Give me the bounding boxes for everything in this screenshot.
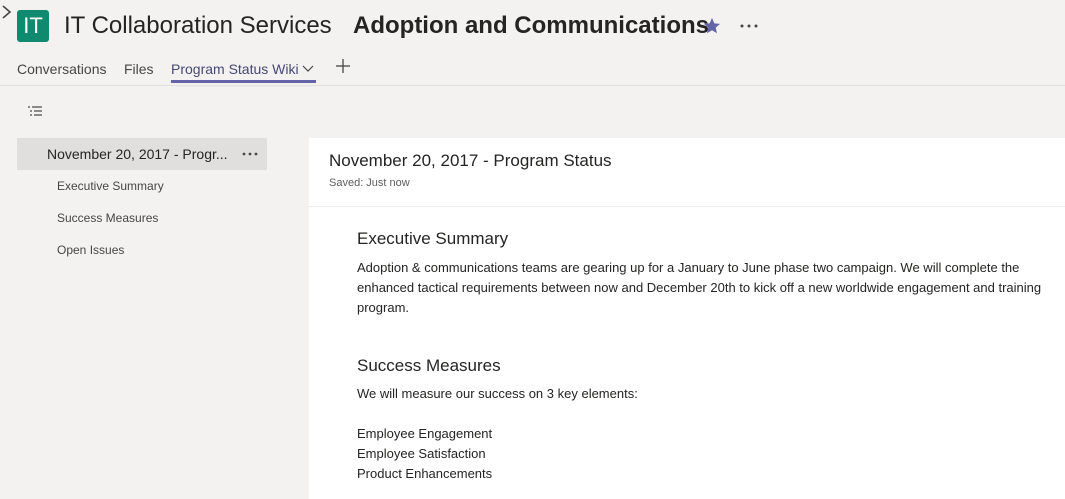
sidebar-item-success-measures[interactable]: Success Measures — [17, 202, 267, 234]
tab-files[interactable]: Files — [124, 60, 154, 78]
team-avatar[interactable]: IT — [17, 10, 49, 42]
more-options-icon[interactable] — [241, 148, 259, 160]
wiki-page-label: November 20, 2017 - Progr... — [47, 146, 228, 162]
section-heading[interactable]: Success Measures — [357, 356, 1055, 376]
table-of-contents-icon[interactable] — [26, 104, 44, 120]
page-title[interactable]: November 20, 2017 - Program Status — [329, 151, 1065, 171]
wiki-page-content: November 20, 2017 - Program Status Saved… — [309, 138, 1065, 499]
save-status: Saved: Just now — [329, 177, 410, 189]
section-body[interactable]: Adoption & communications teams are gear… — [357, 258, 1055, 318]
channel-header: IT IT Collaboration Services Adoption an… — [0, 0, 1065, 86]
add-tab-icon[interactable] — [335, 58, 351, 74]
sidebar-item-executive-summary[interactable]: Executive Summary — [17, 170, 267, 202]
chevron-down-icon[interactable] — [302, 64, 314, 74]
list-item[interactable]: Product Enhancements — [357, 464, 1055, 484]
tab-conversations[interactable]: Conversations — [17, 60, 107, 78]
success-measures-section: Success Measures We will measure our suc… — [309, 318, 1065, 484]
star-icon[interactable] — [702, 16, 722, 36]
tab-wiki-label: Program Status Wiki — [171, 61, 299, 77]
list-item[interactable]: Employee Engagement — [357, 424, 1055, 444]
success-measures-list: Employee Engagement Employee Satisfactio… — [357, 424, 1055, 484]
team-name[interactable]: IT Collaboration Services — [64, 12, 332, 40]
active-tab-indicator — [171, 80, 316, 83]
more-options-icon[interactable] — [738, 16, 760, 36]
section-heading[interactable]: Executive Summary — [357, 229, 1055, 249]
chevron-right-icon — [2, 5, 12, 19]
executive-summary-section: Executive Summary Adoption & communicati… — [309, 207, 1065, 318]
wiki-page-item[interactable]: November 20, 2017 - Progr... — [17, 138, 267, 170]
tab-program-status-wiki[interactable]: Program Status Wiki — [171, 60, 316, 83]
sidebar-item-open-issues[interactable]: Open Issues — [17, 234, 267, 266]
wiki-page-navigation: November 20, 2017 - Progr... Executive S… — [17, 138, 267, 266]
list-item[interactable]: Employee Satisfaction — [357, 444, 1055, 464]
page-header: November 20, 2017 - Program Status Saved… — [309, 138, 1065, 207]
channel-name: Adoption and Communications — [353, 12, 709, 39]
section-body[interactable]: We will measure our success on 3 key ele… — [357, 384, 1055, 404]
